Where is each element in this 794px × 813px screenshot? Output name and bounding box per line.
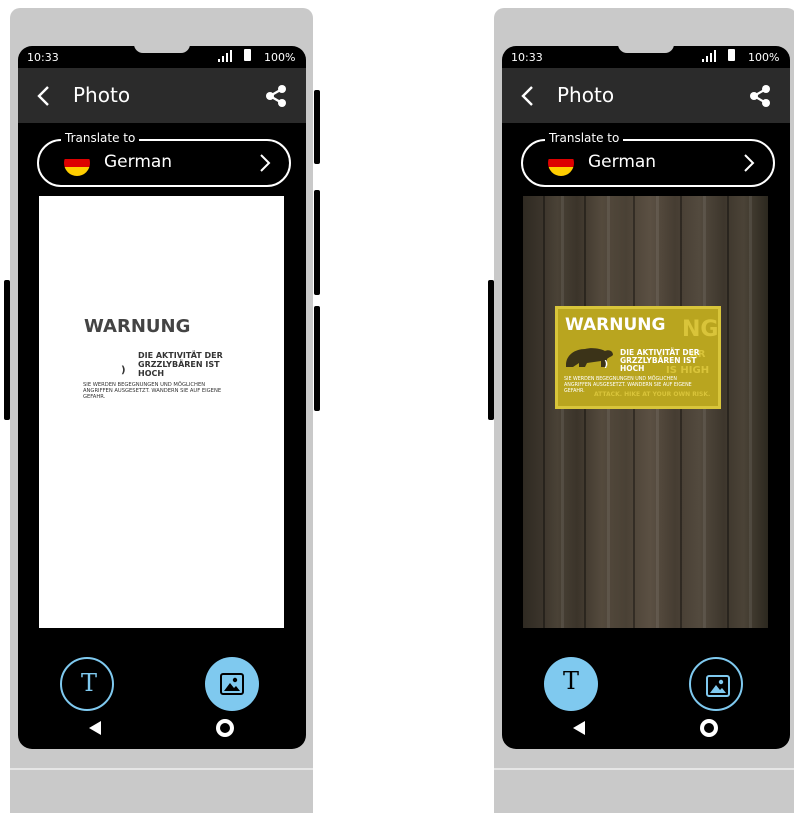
shell-seam xyxy=(10,768,313,770)
translate-to-label: Translate to xyxy=(545,131,624,145)
bullet-mark: ) xyxy=(604,360,609,370)
selected-language: German xyxy=(588,152,657,172)
warning-sign: NG AR IS HIGH ATTACK. HIKE AT YOUR OWN R… xyxy=(555,306,721,409)
app-header: Photo xyxy=(18,68,306,123)
side-button-lower xyxy=(314,306,320,411)
side-button-upper xyxy=(314,90,320,164)
sign-original-heading-tail: NG xyxy=(682,317,719,342)
camera-photo-view: NG AR IS HIGH ATTACK. HIKE AT YOUR OWN R… xyxy=(523,196,768,628)
status-time: 10:33 xyxy=(27,51,59,64)
notice-line-3: GEFAHR. xyxy=(83,394,106,400)
battery-percent: 100% xyxy=(748,51,780,64)
status-time: 10:33 xyxy=(511,51,543,64)
battery-percent: 100% xyxy=(264,51,296,64)
home-circle-icon[interactable] xyxy=(216,719,234,737)
phone-right: 10:33 100% Photo Translate to German NG … xyxy=(488,8,794,813)
shell-seam xyxy=(494,768,794,770)
share-icon[interactable] xyxy=(264,84,288,108)
home-circle-icon[interactable] xyxy=(700,719,718,737)
status-bar: 10:33 100% xyxy=(502,46,790,68)
screen: 10:33 100% Photo Translate to German NG … xyxy=(502,46,790,749)
translated-heading: WARNUNG xyxy=(565,315,666,335)
side-button-middle xyxy=(314,190,320,295)
image-icon xyxy=(706,675,730,697)
side-button-left xyxy=(488,280,494,420)
screen: 10:33 100% Photo Translate to German WAR… xyxy=(18,46,306,749)
german-flag-icon xyxy=(548,150,574,176)
activity-line-1: DIE AKTIVITÄT DER xyxy=(138,351,223,360)
signal-icon xyxy=(218,50,232,62)
page-title: Photo xyxy=(73,83,131,107)
triangle-back-icon[interactable] xyxy=(572,720,586,736)
image-icon xyxy=(220,673,244,695)
translated-text-view: WARNUNG ) DIE AKTIVITÄT DER GRZZLYBÄREN … xyxy=(39,196,284,628)
chevron-left-icon[interactable] xyxy=(35,84,53,108)
german-flag-icon xyxy=(64,150,90,176)
activity-line-3: HOCH xyxy=(620,364,645,373)
selected-language: German xyxy=(104,152,173,172)
text-mode-label: T xyxy=(80,669,97,697)
text-mode-button[interactable]: T xyxy=(60,657,114,711)
text-mode-label: T xyxy=(562,667,579,695)
battery-icon xyxy=(728,49,735,61)
phone-left: 10:33 100% Photo Translate to German WAR… xyxy=(4,8,320,813)
translate-to-label: Translate to xyxy=(61,131,140,145)
app-header: Photo xyxy=(502,68,790,123)
sign-original-bottom: ATTACK. HIKE AT YOUR OWN RISK. xyxy=(594,391,711,398)
sign-original-right-2: IS HIGH xyxy=(666,365,710,376)
triangle-back-icon[interactable] xyxy=(88,720,102,736)
status-bar: 10:33 100% xyxy=(18,46,306,68)
side-button-left xyxy=(4,280,10,420)
translated-heading: WARNUNG xyxy=(84,316,191,337)
signal-icon xyxy=(702,50,716,62)
image-mode-button[interactable] xyxy=(689,657,743,711)
chevron-right-icon xyxy=(260,154,271,172)
activity-line-2: GRZZLYBÄREN IST xyxy=(138,360,220,369)
image-mode-button[interactable] xyxy=(205,657,259,711)
bullet-mark: ) xyxy=(121,365,126,376)
notice-line-3: GEFAHR. xyxy=(564,389,585,394)
activity-line-3: HOCH xyxy=(138,369,165,378)
battery-icon xyxy=(244,49,251,61)
page-title: Photo xyxy=(557,83,615,107)
share-icon[interactable] xyxy=(748,84,772,108)
chevron-right-icon xyxy=(744,154,755,172)
chevron-left-icon[interactable] xyxy=(519,84,537,108)
text-mode-button[interactable]: T xyxy=(544,657,598,711)
